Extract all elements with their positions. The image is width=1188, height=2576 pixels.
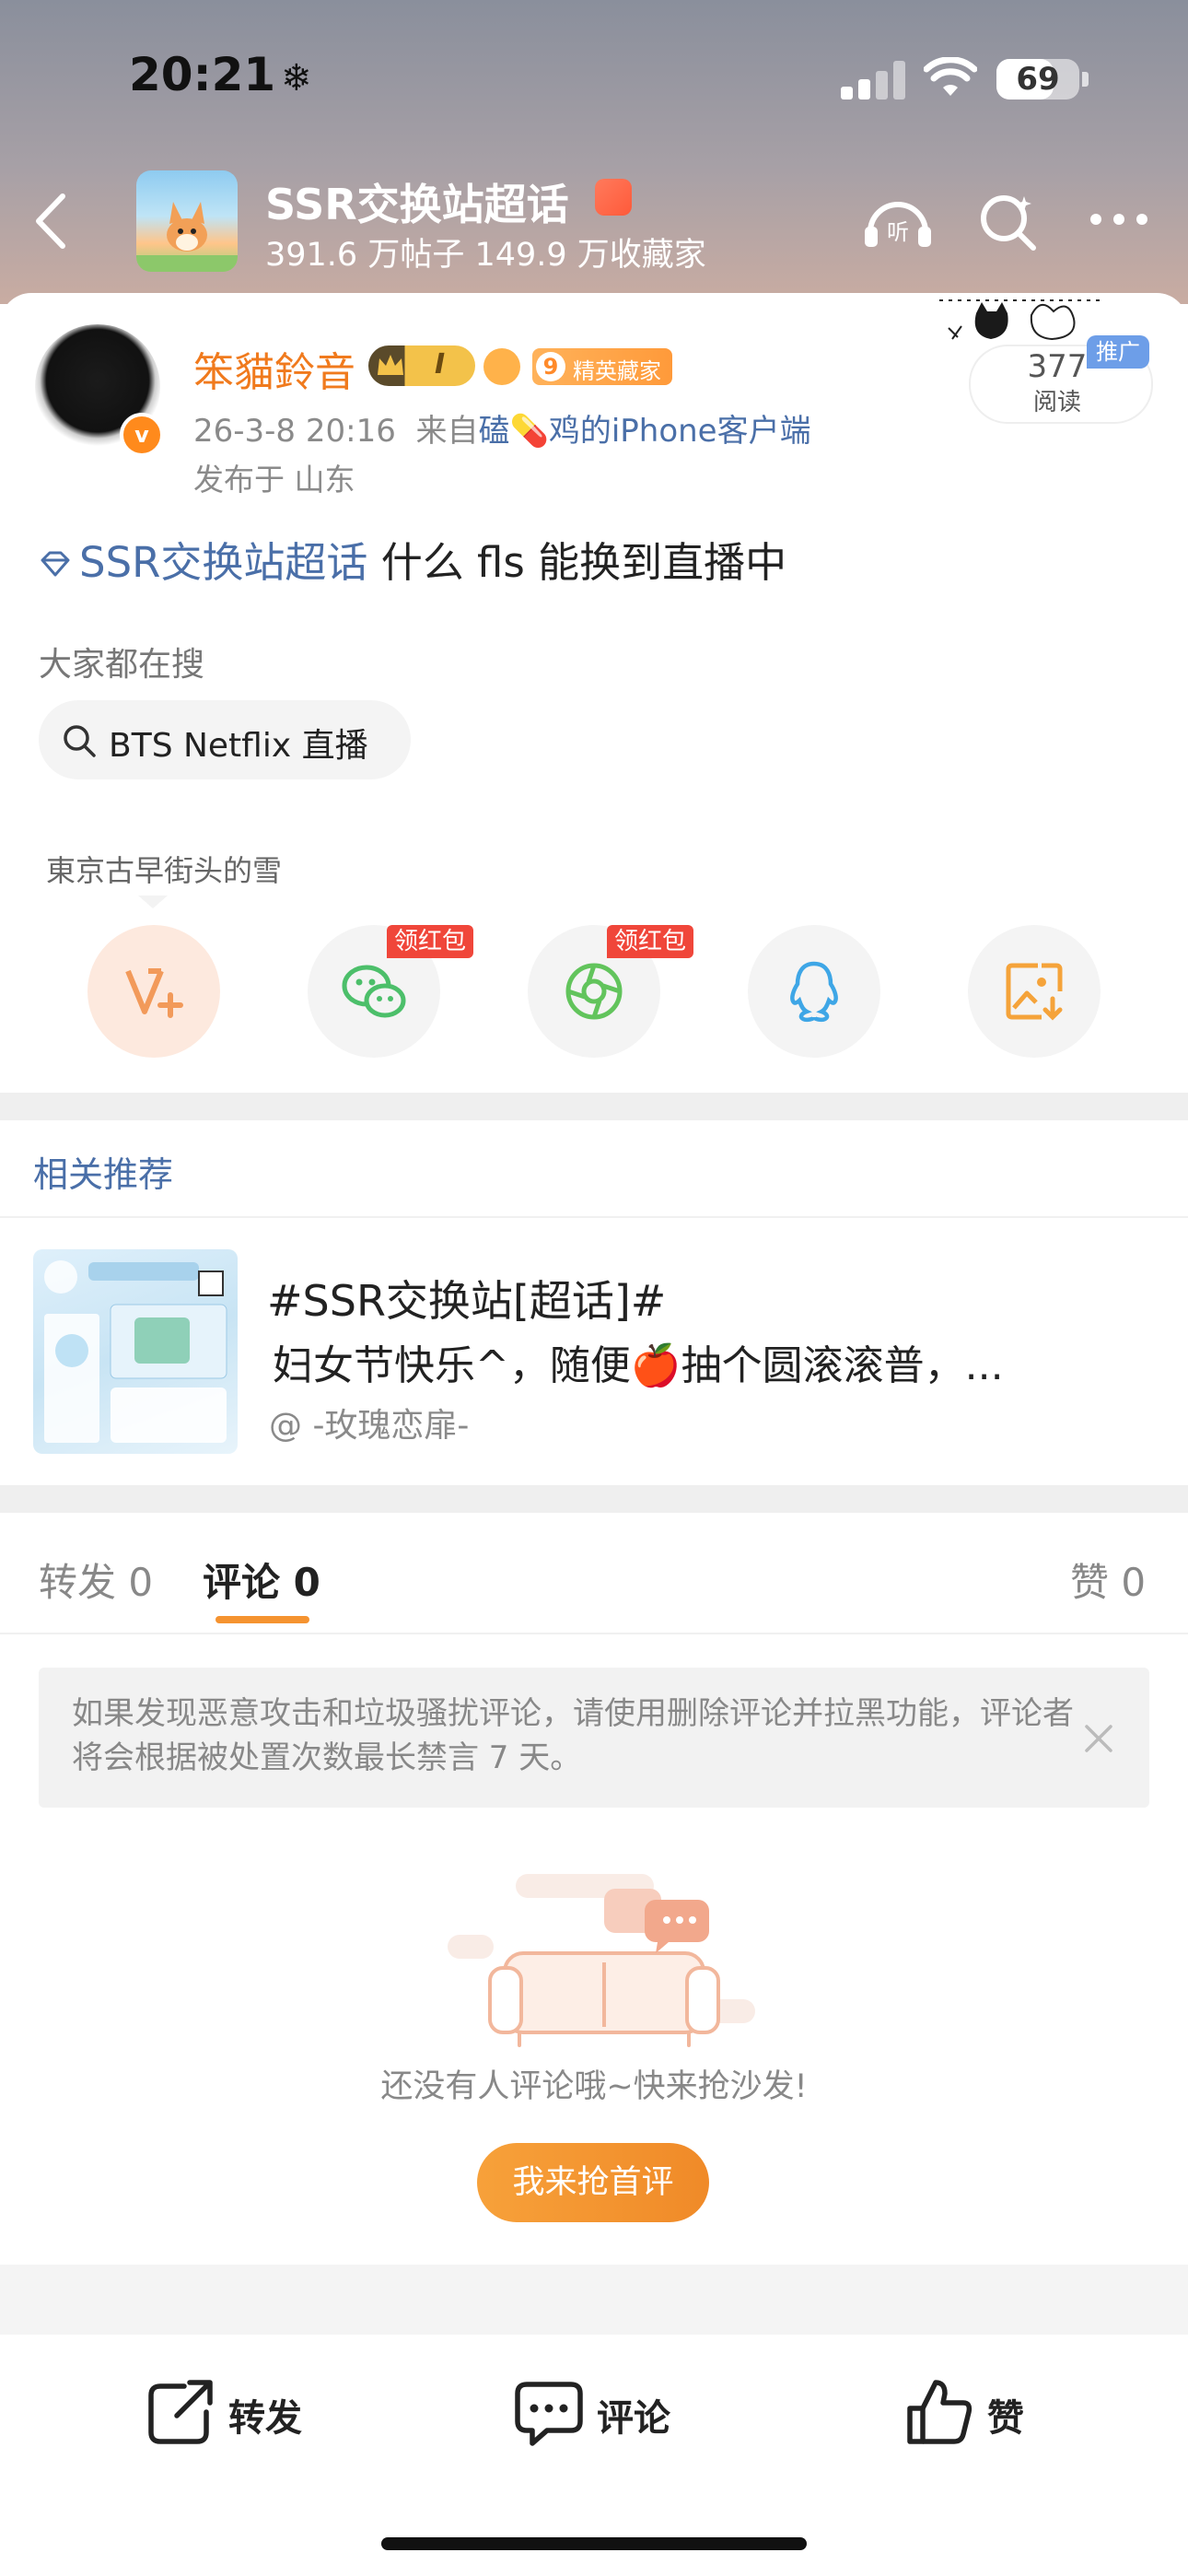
post-text: SSR交换站超话 什么 fls 能换到直播中 bbox=[39, 529, 786, 589]
topic-stats: 391.6 万帖子 149.9 万收藏家 bbox=[265, 237, 706, 274]
crown-icon bbox=[378, 355, 403, 375]
tab-divider bbox=[0, 1633, 1188, 1634]
thumbs-up-icon bbox=[907, 2380, 973, 2444]
corgi-illustration bbox=[136, 202, 238, 272]
home-indicator bbox=[381, 2537, 807, 2550]
topic-level-badge bbox=[595, 179, 632, 216]
search-suggest-heading: 大家都在搜 bbox=[39, 646, 205, 684]
like-label: 赞 bbox=[987, 2397, 1024, 2440]
first-comment-button[interactable]: 我来抢首评 bbox=[477, 2143, 709, 2222]
qq-share-button[interactable] bbox=[748, 925, 880, 1058]
signal-icon bbox=[841, 61, 905, 100]
topic-title[interactable]: SSR交换站超话 bbox=[265, 171, 569, 232]
post-topic-link[interactable]: SSR交换站超话 bbox=[79, 538, 367, 587]
related-divider bbox=[0, 1216, 1188, 1218]
search-icon[interactable] bbox=[976, 189, 1041, 253]
section-separator bbox=[0, 1485, 1188, 1513]
vip-label: 精英藏家 bbox=[573, 358, 661, 384]
vip-level: 9 bbox=[536, 352, 565, 381]
related-thumbnail-image bbox=[44, 1260, 227, 1443]
author-name[interactable]: 笨貓鈴音 bbox=[193, 339, 355, 398]
promo-tag: 推广 bbox=[1087, 335, 1149, 369]
empty-comments-text: 还没有人评论哦~快来抢沙发! bbox=[380, 2068, 808, 2105]
search-suggest-text: BTS Netflix 直播 bbox=[109, 727, 368, 765]
source-prefix: 来自 bbox=[415, 413, 479, 450]
related-heading: 相关推荐 bbox=[33, 1154, 174, 1195]
back-button[interactable] bbox=[28, 189, 74, 253]
qq-icon bbox=[790, 961, 838, 1023]
snowflake-icon: ❄ bbox=[281, 57, 312, 100]
topic-avatar[interactable] bbox=[136, 170, 238, 272]
svg-text:听: 听 bbox=[887, 219, 909, 245]
comment-bubble-icon bbox=[515, 2382, 583, 2446]
tab-reposts[interactable]: 转发 0 bbox=[39, 1551, 153, 1608]
related-body[interactable]: 妇女节快乐^，随便🍎抽个圆滚滚普，... bbox=[273, 1332, 1004, 1391]
active-tab-indicator bbox=[215, 1616, 309, 1623]
share-arrow-icon bbox=[148, 2380, 213, 2444]
comment-notice-text: 如果发现恶意攻击和垃圾骚扰评论，请使用删除评论并拉黑功能，评论者将会根据被处置次… bbox=[72, 1695, 1074, 1776]
related-thumbnail[interactable] bbox=[33, 1249, 238, 1454]
wechat-icon bbox=[342, 965, 406, 1018]
save-image-button[interactable] bbox=[968, 925, 1101, 1058]
verified-badge-icon: v bbox=[120, 413, 164, 457]
v-plus-icon bbox=[125, 968, 183, 1018]
repost-label: 转发 bbox=[228, 2397, 302, 2440]
listen-button[interactable]: 听 bbox=[861, 192, 935, 251]
post-source[interactable]: 磕💊鸡的iPhone客户端 bbox=[478, 413, 810, 450]
related-title[interactable]: #SSR交换站[超话]# bbox=[267, 1268, 666, 1329]
related-author[interactable]: @ -玫瑰恋扉- bbox=[269, 1399, 469, 1446]
like-button[interactable]: 赞 bbox=[903, 2375, 1050, 2449]
save-image-icon bbox=[1006, 963, 1063, 1021]
vip-collector-badge[interactable]: 9 精英藏家 bbox=[532, 348, 672, 385]
close-icon[interactable] bbox=[1079, 1719, 1118, 1758]
tab-likes[interactable]: 赞 0 bbox=[1070, 1551, 1146, 1608]
fish-badge-icon[interactable] bbox=[483, 348, 520, 385]
post-body: 什么 fls 能换到直播中 bbox=[367, 538, 787, 587]
repost-button[interactable]: 转发 bbox=[144, 2375, 328, 2449]
more-options-icon[interactable] bbox=[1087, 201, 1151, 238]
post-location: 发布于 山东 bbox=[193, 462, 355, 498]
empty-sofa-illustration bbox=[448, 1874, 755, 2047]
search-icon bbox=[64, 725, 96, 757]
section-separator bbox=[0, 2265, 1188, 2335]
post-meta: 26-3-8 20:16 来自磕💊鸡的iPhone客户端 bbox=[193, 405, 811, 451]
tab-comments[interactable]: 评论 0 bbox=[203, 1551, 320, 1608]
battery-cap bbox=[1082, 72, 1089, 87]
comment-label: 评论 bbox=[597, 2397, 670, 2440]
wechat-redpack-tag: 领红包 bbox=[387, 925, 474, 958]
topic-diamond-icon bbox=[41, 551, 70, 577]
section-separator bbox=[0, 1093, 1188, 1120]
moments-icon bbox=[565, 963, 623, 1020]
read-label: 阅读 bbox=[1032, 389, 1081, 416]
crown-level-badge[interactable]: I bbox=[368, 345, 475, 386]
wifi-icon bbox=[924, 57, 977, 96]
moments-redpack-tag: 领红包 bbox=[607, 925, 694, 958]
battery-icon: 69 bbox=[996, 59, 1079, 100]
post-date: 26-3-8 20:16 bbox=[193, 413, 396, 450]
comment-button[interactable]: 评论 bbox=[512, 2375, 696, 2449]
share-tooltip-text: 東京古早街头的雪 bbox=[46, 853, 283, 888]
battery-label: 69 bbox=[1016, 61, 1060, 98]
v-plus-share-button[interactable] bbox=[87, 925, 220, 1058]
status-time: 20:21 ❄ bbox=[129, 48, 312, 101]
tooltip-arrow bbox=[138, 896, 168, 908]
